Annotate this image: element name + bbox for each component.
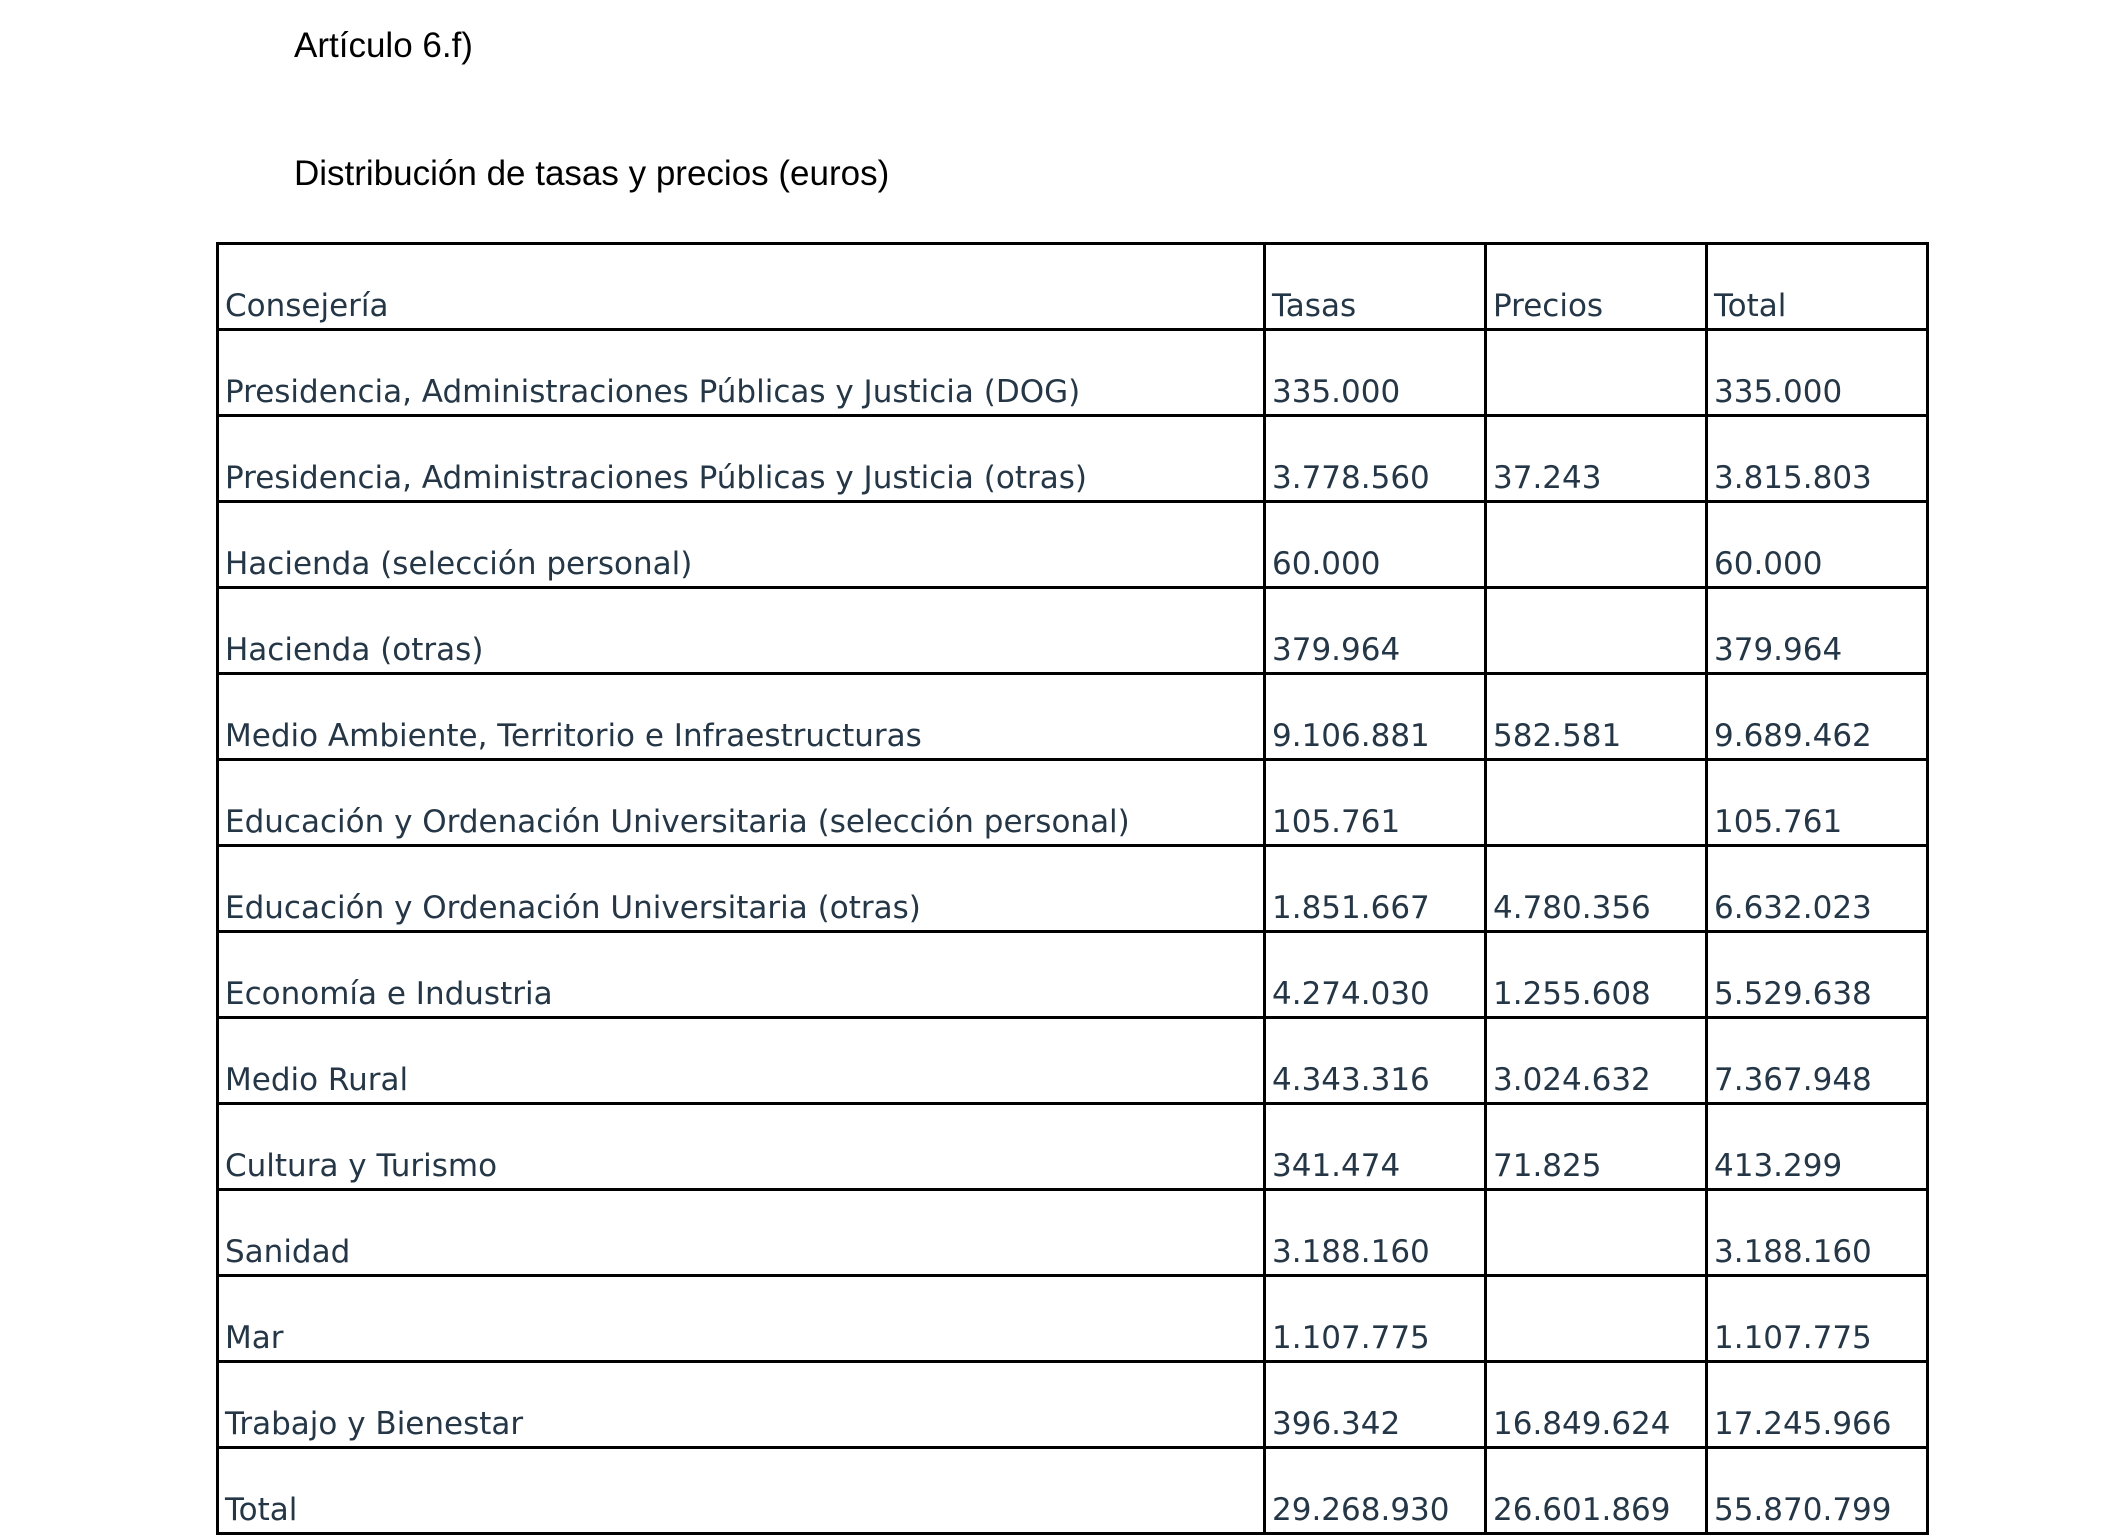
cell-total: 6.632.023	[1705, 844, 1929, 933]
table-total-row: Total 29.268.930 26.601.869 55.870.799	[216, 1446, 1929, 1535]
cell-precios: 1.255.608	[1484, 930, 1708, 1019]
cell-total: 7.367.948	[1705, 1016, 1929, 1105]
cell-total: 3.188.160	[1705, 1188, 1929, 1277]
cell-consejeria: Cultura y Turismo	[216, 1102, 1266, 1191]
cell-consejeria: Hacienda (selección personal)	[216, 500, 1266, 589]
cell-precios	[1484, 758, 1708, 847]
cell-tasas: 105.761	[1263, 758, 1487, 847]
cell-precios: 3.024.632	[1484, 1016, 1708, 1105]
header-total: Total	[1705, 242, 1929, 331]
cell-total: 55.870.799	[1705, 1446, 1929, 1535]
header-precios: Precios	[1484, 242, 1708, 331]
table-header-row: Consejería Tasas Precios Total	[216, 242, 1929, 331]
cell-total: 17.245.966	[1705, 1360, 1929, 1449]
cell-tasas: 341.474	[1263, 1102, 1487, 1191]
cell-total: 379.964	[1705, 586, 1929, 675]
cell-precios: 37.243	[1484, 414, 1708, 503]
cell-precios: 4.780.356	[1484, 844, 1708, 933]
cell-precios	[1484, 500, 1708, 589]
cell-tasas: 396.342	[1263, 1360, 1487, 1449]
cell-tasas: 60.000	[1263, 500, 1487, 589]
table-row: Educación y Ordenación Universitaria (ot…	[216, 844, 1929, 933]
fees-prices-table: Consejería Tasas Precios Total Presidenc…	[216, 242, 1929, 1535]
cell-total: 9.689.462	[1705, 672, 1929, 761]
cell-total: 3.815.803	[1705, 414, 1929, 503]
table-row: Cultura y Turismo 341.474 71.825 413.299	[216, 1102, 1929, 1191]
cell-consejeria: Presidencia, Administraciones Públicas y…	[216, 414, 1266, 503]
cell-precios	[1484, 1274, 1708, 1363]
cell-total: 5.529.638	[1705, 930, 1929, 1019]
cell-tasas: 4.343.316	[1263, 1016, 1487, 1105]
cell-precios	[1484, 328, 1708, 417]
table-body: Presidencia, Administraciones Públicas y…	[216, 328, 1929, 1535]
table-row: Hacienda (selección personal) 60.000 60.00…	[216, 500, 1929, 589]
cell-precios	[1484, 586, 1708, 675]
document-title: Distribución de tasas y precios (euros)	[294, 154, 890, 193]
table-row: Medio Ambiente, Territorio e Infraestruc…	[216, 672, 1929, 761]
cell-tasas: 3.778.560	[1263, 414, 1487, 503]
cell-precios: 26.601.869	[1484, 1446, 1708, 1535]
cell-total: 60.000	[1705, 500, 1929, 589]
cell-precios: 582.581	[1484, 672, 1708, 761]
cell-consejeria: Medio Ambiente, Territorio e Infraestruc…	[216, 672, 1266, 761]
table-row: Economía e Industria 4.274.030 1.255.608 5.…	[216, 930, 1929, 1019]
cell-consejeria: Presidencia, Administraciones Públicas y…	[216, 328, 1266, 417]
cell-tasas: 29.268.930	[1263, 1446, 1487, 1535]
cell-consejeria: Mar	[216, 1274, 1266, 1363]
cell-consejeria: Medio Rural	[216, 1016, 1266, 1105]
cell-consejeria: Trabajo y Bienestar	[216, 1360, 1266, 1449]
table-row: Trabajo y Bienestar 396.342 16.849.624 17.2…	[216, 1360, 1929, 1449]
cell-consejeria: Hacienda (otras)	[216, 586, 1266, 675]
table-row: Sanidad 3.188.160 3.188.160	[216, 1188, 1929, 1277]
header-consejeria: Consejería	[216, 242, 1266, 331]
cell-consejeria: Educación y Ordenación Universitaria (se…	[216, 758, 1266, 847]
cell-precios	[1484, 1188, 1708, 1277]
table-row: Presidencia, Administraciones Públicas y…	[216, 414, 1929, 503]
table-row: Presidencia, Administraciones Públicas y…	[216, 328, 1929, 417]
cell-total: 413.299	[1705, 1102, 1929, 1191]
cell-total: 335.000	[1705, 328, 1929, 417]
cell-precios: 16.849.624	[1484, 1360, 1708, 1449]
table-row: Hacienda (otras) 379.964 379.964	[216, 586, 1929, 675]
table-row: Educación y Ordenación Universitaria (se…	[216, 758, 1929, 847]
cell-consejeria: Economía e Industria	[216, 930, 1266, 1019]
cell-tasas: 3.188.160	[1263, 1188, 1487, 1277]
cell-tasas: 335.000	[1263, 328, 1487, 417]
article-title: Artículo 6.f)	[294, 26, 473, 65]
cell-total: 105.761	[1705, 758, 1929, 847]
cell-tasas: 1.107.775	[1263, 1274, 1487, 1363]
cell-tasas: 4.274.030	[1263, 930, 1487, 1019]
header-tasas: Tasas	[1263, 242, 1487, 331]
table-row: Medio Rural 4.343.316 3.024.632 7.367.948	[216, 1016, 1929, 1105]
cell-consejeria: Total	[216, 1446, 1266, 1535]
cell-tasas: 1.851.667	[1263, 844, 1487, 933]
cell-precios: 71.825	[1484, 1102, 1708, 1191]
cell-total: 1.107.775	[1705, 1274, 1929, 1363]
table-row: Mar 1.107.775 1.107.775	[216, 1274, 1929, 1363]
cell-tasas: 9.106.881	[1263, 672, 1487, 761]
cell-consejeria: Educación y Ordenación Universitaria (ot…	[216, 844, 1266, 933]
cell-tasas: 379.964	[1263, 586, 1487, 675]
cell-consejeria: Sanidad	[216, 1188, 1266, 1277]
